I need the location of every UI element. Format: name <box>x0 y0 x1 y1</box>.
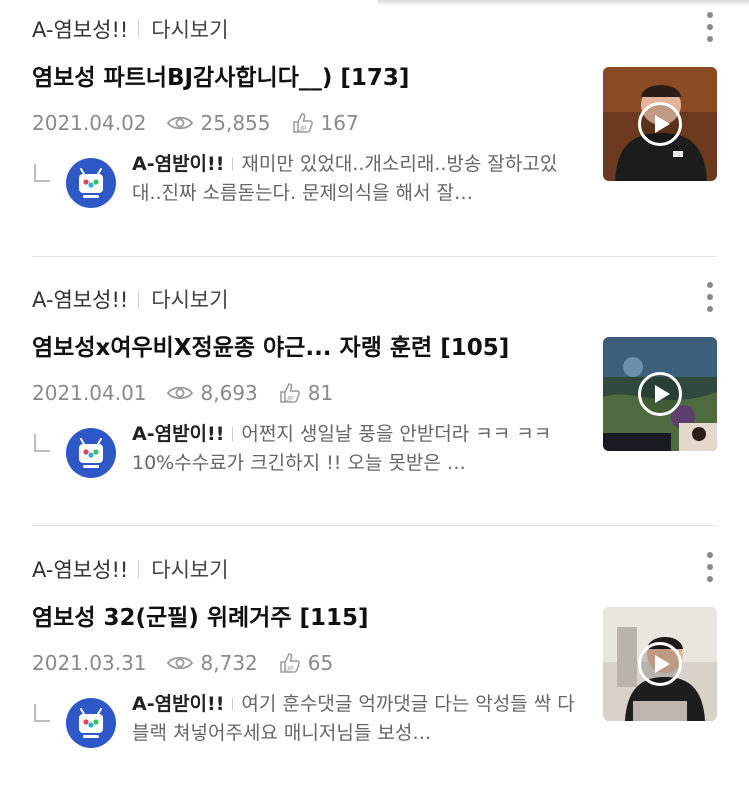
vod-thumbnail[interactable] <box>603 67 717 181</box>
separator <box>138 20 140 38</box>
play-icon <box>638 642 682 686</box>
comment-author: A-염받이!! <box>132 693 225 715</box>
channel-row: A-염보성!! 다시보기 <box>32 14 229 44</box>
like-count: 167 <box>320 111 359 135</box>
more-options-icon[interactable] <box>700 10 720 44</box>
more-options-icon[interactable] <box>700 280 720 314</box>
reply-corner-icon <box>34 434 50 452</box>
svg-text:UP: UP <box>297 126 307 133</box>
thumbs-up-icon[interactable]: UP <box>291 111 315 135</box>
upload-date: 2021.04.02 <box>32 111 147 135</box>
vod-card[interactable]: A-염보성!! 다시보기 염보성 파트너BJ감사합니다__) [173] 202… <box>0 0 749 270</box>
vod-meta: 2021.04.02 25,855 UP 167 <box>32 108 359 138</box>
more-options-icon[interactable] <box>700 550 720 584</box>
reply-corner-icon <box>34 704 50 722</box>
avatar[interactable] <box>66 428 116 478</box>
replay-label: 다시보기 <box>151 288 229 312</box>
vod-card[interactable]: A-염보성!! 다시보기 염보성 32(군필) 위례거주 [115] 2021.… <box>0 540 749 810</box>
thumbs-up-icon[interactable]: UP <box>278 651 302 675</box>
vod-thumbnail[interactable] <box>603 607 717 721</box>
divider <box>32 525 717 526</box>
play-icon <box>638 102 682 146</box>
like-count: 65 <box>307 651 334 675</box>
vod-title[interactable]: 염보성x여우비X정윤종 야근... 자랭 훈련 [105] <box>32 332 587 364</box>
top-comment[interactable]: A-염받이!! 여기 훈수댓글 억까댓글 다는 악성들 싹 다 블랙 쳐넣어주세요… <box>132 690 577 748</box>
top-comment[interactable]: A-염받이!! 재미만 있었대..개소리래..방송 잘하고있대..진짜 소름돋는다… <box>132 150 577 208</box>
eye-icon <box>166 116 193 130</box>
top-comment[interactable]: A-염받이!! 어쩐지 생일날 풍을 안받더라 ㅋㅋ ㅋㅋ 10%수수료가 크긴하… <box>132 420 577 478</box>
like-count: 81 <box>307 381 334 405</box>
vod-meta: 2021.04.01 8,693 UP 81 <box>32 378 333 408</box>
eye-icon <box>166 386 193 400</box>
thumbs-up-icon[interactable]: UP <box>278 381 302 405</box>
channel-row: A-염보성!! 다시보기 <box>32 284 229 314</box>
channel-name[interactable]: A-염보성!! <box>32 14 128 44</box>
view-count: 8,693 <box>200 381 258 405</box>
comment-author: A-염받이!! <box>132 153 225 175</box>
view-count: 8,732 <box>200 651 258 675</box>
channel-row: A-염보성!! 다시보기 <box>32 554 229 584</box>
channel-name[interactable]: A-염보성!! <box>32 554 128 584</box>
vod-meta: 2021.03.31 8,732 UP 65 <box>32 648 333 678</box>
upload-date: 2021.03.31 <box>32 651 147 675</box>
avatar[interactable] <box>66 698 116 748</box>
play-icon <box>638 372 682 416</box>
divider <box>32 256 717 257</box>
reply-corner-icon <box>34 164 50 182</box>
separator <box>232 157 234 171</box>
eye-icon <box>166 656 193 670</box>
svg-text:UP: UP <box>284 666 294 673</box>
upload-date: 2021.04.01 <box>32 381 147 405</box>
view-count: 25,855 <box>200 111 271 135</box>
vod-title[interactable]: 염보성 파트너BJ감사합니다__) [173] <box>32 62 587 94</box>
replay-label: 다시보기 <box>151 558 229 582</box>
vod-card[interactable]: A-염보성!! 다시보기 염보성x여우비X정윤종 야근... 자랭 훈련 [10… <box>0 270 749 540</box>
separator <box>138 560 140 578</box>
replay-label: 다시보기 <box>151 18 229 42</box>
separator <box>232 697 234 711</box>
separator <box>232 427 234 441</box>
channel-name[interactable]: A-염보성!! <box>32 284 128 314</box>
comment-author: A-염받이!! <box>132 423 225 445</box>
separator <box>138 290 140 308</box>
vod-thumbnail[interactable] <box>603 337 717 451</box>
avatar[interactable] <box>66 158 116 208</box>
vod-title[interactable]: 염보성 32(군필) 위례거주 [115] <box>32 602 587 634</box>
svg-text:UP: UP <box>284 396 294 403</box>
